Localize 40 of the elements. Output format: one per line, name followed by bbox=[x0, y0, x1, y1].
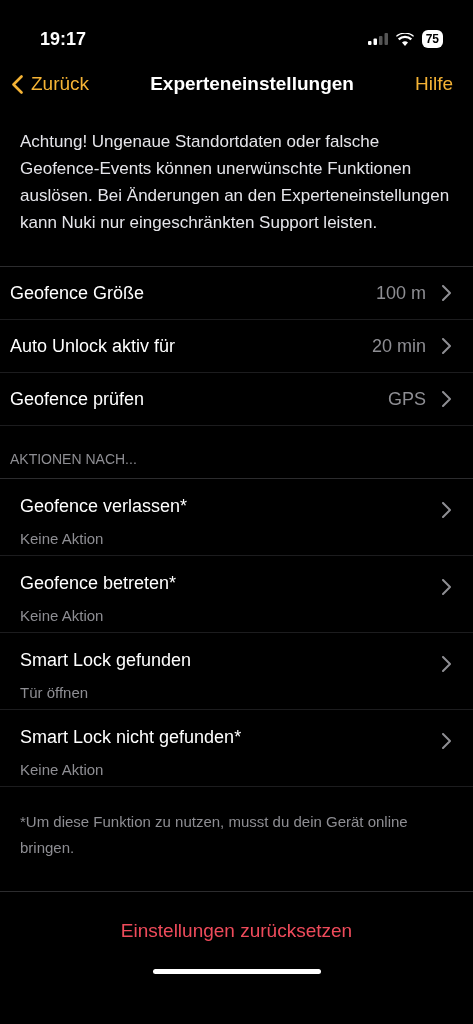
chevron-icon bbox=[442, 655, 451, 672]
action-row[interactable]: Geofence verlassen* Keine Aktion bbox=[0, 479, 473, 556]
row-label: Auto Unlock aktiv für bbox=[10, 334, 177, 358]
help-link[interactable]: Hilfe bbox=[415, 69, 453, 99]
row-label: Geofence prüfen bbox=[10, 387, 146, 411]
footnote-text: *Um diese Funktion zu nutzen, musst du dein Gerät online bringen. bbox=[19, 812, 409, 858]
section-header: AKTIONEN NACH... bbox=[0, 426, 473, 479]
warning-text: Achtung! Ungenaue Standortdaten oder falsche Geofence-Events können unerwünschte Funktionen auslösen. Bei Änderungen an den Experteneinstellungen kann Nuki nur eingeschränkten Support leisten. bbox=[19, 131, 451, 234]
back-chevron-icon bbox=[12, 74, 23, 94]
battery-indicator: 75 bbox=[421, 30, 443, 48]
row-value: Keine Aktion bbox=[20, 606, 105, 626]
wifi-icon bbox=[395, 32, 414, 46]
settings-row[interactable]: Geofence Größe 100 m bbox=[0, 267, 473, 320]
row-value: 100 m bbox=[375, 281, 426, 305]
chevron-icon bbox=[442, 391, 451, 407]
signal-icon bbox=[367, 33, 388, 45]
page-title: Experteneinstellungen bbox=[150, 71, 354, 96]
chevron-icon bbox=[442, 501, 451, 518]
row-label: Smart Lock nicht gefunden* bbox=[20, 726, 243, 749]
row-label: Smart Lock gefunden bbox=[20, 649, 193, 672]
row-value: Keine Aktion bbox=[20, 529, 105, 549]
chevron-icon bbox=[442, 285, 451, 301]
row-value: 20 min bbox=[371, 334, 426, 358]
row-value: Tür öffnen bbox=[20, 683, 90, 703]
row-value: Keine Aktion bbox=[20, 760, 105, 780]
chevron-icon bbox=[442, 732, 451, 749]
row-label: Geofence Größe bbox=[10, 281, 146, 305]
reset-button[interactable]: Einstellungen zurücksetzen bbox=[114, 916, 359, 947]
row-label: Geofence betreten* bbox=[20, 572, 178, 595]
settings-row[interactable]: Geofence prüfen GPS bbox=[0, 373, 473, 426]
action-row[interactable]: Geofence betreten* Keine Aktion bbox=[0, 556, 473, 633]
back-link[interactable]: Zurück bbox=[12, 69, 90, 99]
row-value: GPS bbox=[388, 387, 426, 411]
row-label: Geofence verlassen* bbox=[20, 495, 189, 518]
chevron-icon bbox=[442, 338, 451, 354]
action-row[interactable]: Smart Lock nicht gefunden* Keine Aktion bbox=[0, 710, 473, 787]
action-row[interactable]: Smart Lock gefunden Tür öffnen bbox=[0, 633, 473, 710]
chevron-icon bbox=[442, 578, 451, 595]
time-text: 19:17 bbox=[40, 27, 87, 51]
settings-row[interactable]: Auto Unlock aktiv für 20 min bbox=[0, 320, 473, 373]
